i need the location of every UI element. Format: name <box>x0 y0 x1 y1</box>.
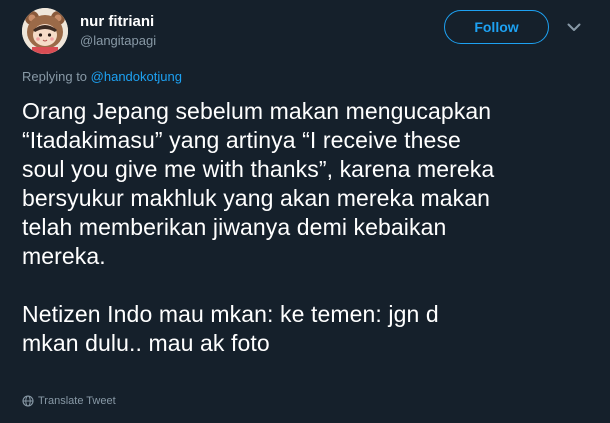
tweet-text-line: mkan dulu.. mau ak foto <box>22 330 270 356</box>
tweet-text-line: telah memberikan jiwanya demi kebaikan <box>22 214 447 240</box>
more-options-button[interactable] <box>563 18 585 36</box>
chevron-down-icon <box>567 23 581 31</box>
reply-mention-link[interactable]: @handokotjung <box>91 69 182 84</box>
replying-to-prefix: Replying to <box>22 69 91 84</box>
tweet-card: nur fitriani @langitapagi Follow Replyin… <box>0 0 610 423</box>
display-name[interactable]: nur fitriani <box>80 13 154 31</box>
translate-tweet-link[interactable]: Translate Tweet <box>22 394 116 408</box>
user-handle[interactable]: @langitapagi <box>80 33 156 49</box>
tweet-text: Orang Jepang sebelum makan mengucapkan “… <box>22 97 597 358</box>
tweet-text-line: mereka. <box>22 243 106 269</box>
globe-icon <box>22 395 34 407</box>
tweet-text-line: Netizen Indo mau mkan: ke temen: jgn d <box>22 301 439 327</box>
follow-button[interactable]: Follow <box>444 10 549 44</box>
translate-tweet-label: Translate Tweet <box>38 395 116 407</box>
replying-to: Replying to @handokotjung <box>22 69 182 85</box>
tweet-text-line: “Itadakimasu” yang artinya “I receive th… <box>22 127 461 153</box>
tweet-text-line: soul you give me with thanks”, karena me… <box>22 156 495 182</box>
avatar-illustration <box>22 8 68 54</box>
avatar[interactable] <box>22 8 68 54</box>
tweet-text-line: Orang Jepang sebelum makan mengucapkan <box>22 98 492 124</box>
tweet-text-line: bersyukur makhluk yang akan mereka makan <box>22 185 491 211</box>
